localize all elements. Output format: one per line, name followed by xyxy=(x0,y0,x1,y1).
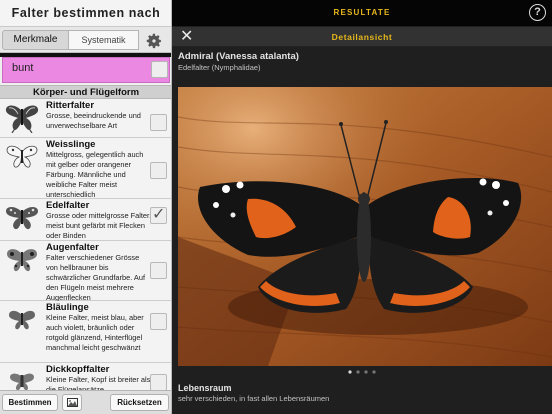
detail-title: Detailansicht xyxy=(331,32,393,42)
item-name: Ritterfalter xyxy=(46,100,95,111)
reset-button[interactable]: Rücksetzen xyxy=(110,394,169,411)
checkbox-blaeulinge[interactable] xyxy=(150,313,167,330)
right-panel: RESULTATE ? ✕ Detailansicht Admiral (Van… xyxy=(172,0,552,414)
top-bar: RESULTATE ? xyxy=(172,0,552,26)
item-description: Kleine Falter, Kopf ist breiter als die … xyxy=(46,375,151,390)
image-icon xyxy=(66,398,78,407)
tab-systematik[interactable]: Systematik xyxy=(69,30,139,50)
checkbox-weisslinge[interactable] xyxy=(150,162,167,179)
checkbox-ritterfalter[interactable] xyxy=(150,114,167,131)
list-item-dickkopffalter[interactable]: Dickkopffalter Kleine Falter, Kopf ist b… xyxy=(0,363,171,390)
section-header: Körper- und Flügelform xyxy=(0,85,171,99)
panel-title: Falter bestimmen nach xyxy=(11,6,161,20)
habitat-title: Lebensraum xyxy=(178,383,232,393)
butterfly-photo[interactable] xyxy=(178,87,552,366)
item-description: Mittelgross, gelegentlich auch mit gelbe… xyxy=(46,150,144,199)
list-item-edelfalter[interactable]: Edelfalter Grosse oder mittelgrosse Falt… xyxy=(0,199,171,241)
swallowtail-thumb-icon xyxy=(5,105,39,133)
list-item-blaeulinge[interactable]: Bläulinge Kleine Falter, meist blau, abe… xyxy=(0,301,171,363)
list-item-weisslinge[interactable]: Weisslinge Mittelgross, gelegentlich auc… xyxy=(0,138,171,199)
bottom-toolbar: Bestimmen Rücksetzen xyxy=(0,390,171,414)
image-button[interactable] xyxy=(62,394,82,411)
item-description: Falter verschiedener Grösse von hellbrau… xyxy=(46,253,145,302)
admiral-photo-image xyxy=(178,87,552,366)
bestimmen-button[interactable]: Bestimmen xyxy=(2,394,58,411)
blue-butterfly-thumb-icon xyxy=(9,310,35,330)
brushfoot-thumb-icon xyxy=(6,207,38,230)
detail-bar: ✕ Detailansicht xyxy=(172,27,552,47)
list-item-ritterfalter[interactable]: Ritterfalter Grosse, beeindruckende und … xyxy=(0,99,171,138)
tab-merkmale[interactable]: Merkmale xyxy=(2,30,69,50)
satyr-thumb-icon xyxy=(7,249,37,272)
family-name: Edelfalter (Nymphalidae) xyxy=(178,63,261,72)
left-panel: Falter bestimmen nach Merkmale Systemati… xyxy=(0,0,172,414)
color-filter-bunt[interactable]: bunt xyxy=(2,57,170,83)
item-name: Edelfalter xyxy=(46,200,90,211)
white-butterfly-thumb-icon xyxy=(6,145,38,168)
item-name: Dickkopffalter xyxy=(46,364,110,375)
item-name: Bläulinge xyxy=(46,302,89,313)
left-header: Falter bestimmen nach xyxy=(0,0,171,26)
list-item-augenfalter[interactable]: Augenfalter Falter verschiedener Grösse … xyxy=(0,241,171,302)
help-icon[interactable]: ? xyxy=(529,4,546,21)
gear-icon[interactable] xyxy=(145,32,163,50)
shape-list: Ritterfalter Grosse, beeindruckende und … xyxy=(0,99,171,390)
results-title: RESULTATE xyxy=(333,8,391,17)
habitat-text: sehr verschieden, in fast allen Lebensrä… xyxy=(178,394,330,403)
check-icon: ✓ xyxy=(152,206,166,223)
item-description: Grosse oder mittelgrosse Falter, meist b… xyxy=(46,211,152,240)
species-name: Admiral (Vanessa atalanta) xyxy=(178,51,299,62)
checkbox-edelfalter[interactable]: ✓ xyxy=(150,206,167,224)
checkbox-augenfalter[interactable] xyxy=(150,262,167,279)
color-filter-label: bunt xyxy=(12,62,34,74)
checkbox-dickkopffalter[interactable] xyxy=(150,374,167,390)
item-name: Weisslinge xyxy=(46,139,96,150)
segment-bar: Merkmale Systematik xyxy=(0,26,171,53)
page-indicator[interactable] xyxy=(342,369,382,375)
item-description: Grosse, beeindruckende und unverwechselb… xyxy=(46,111,141,130)
skipper-thumb-icon xyxy=(10,373,34,390)
item-name: Augenfalter xyxy=(46,242,99,253)
color-filter-checkbox[interactable] xyxy=(151,61,168,78)
item-description: Kleine Falter, meist blau, aber auch vio… xyxy=(46,313,144,352)
